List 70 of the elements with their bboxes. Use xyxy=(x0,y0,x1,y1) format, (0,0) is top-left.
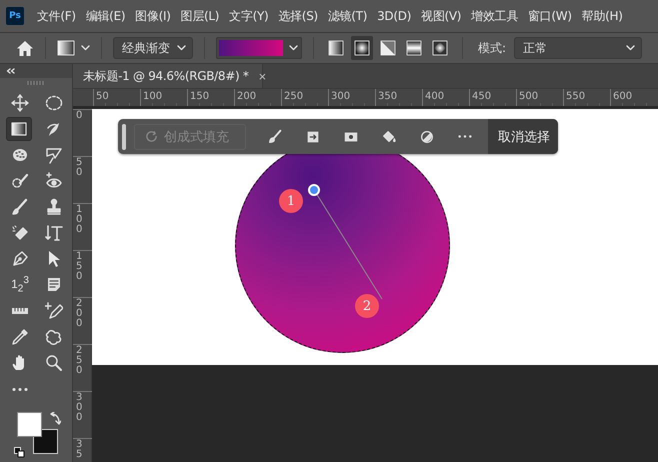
color-swatches[interactable] xyxy=(17,412,58,454)
gradient-icon xyxy=(10,120,28,138)
menu-item[interactable]: 帮助(H) xyxy=(582,8,631,24)
menu-item[interactable]: 图像(I) xyxy=(135,8,179,24)
brush-icon[interactable] xyxy=(267,128,283,144)
menu-item[interactable]: 文字(Y) xyxy=(229,8,276,24)
caret-icon xyxy=(81,45,90,51)
ruler-label: 250 xyxy=(76,346,82,376)
ruler-label: 100 xyxy=(76,205,82,235)
ruler-label: 150 xyxy=(76,252,82,282)
caret-icon xyxy=(626,45,636,51)
puppet-warp-icon xyxy=(45,328,63,346)
menu-item[interactable]: 窗口(W) xyxy=(528,8,580,24)
pen-icon xyxy=(11,250,29,268)
more-icon xyxy=(11,386,29,392)
grip-icon xyxy=(27,81,45,85)
eraser-icon xyxy=(11,224,29,242)
polygon-lasso-icon xyxy=(45,146,63,164)
select-subject-icon[interactable] xyxy=(305,128,321,144)
app-logo[interactable]: Ps xyxy=(6,7,24,25)
ruler-label: 50 xyxy=(76,158,82,178)
sponge-icon xyxy=(11,146,29,164)
stamp-icon xyxy=(45,198,63,216)
angle-gradient-icon xyxy=(380,40,396,56)
more-icon[interactable] xyxy=(457,134,473,139)
reflected-gradient-icon xyxy=(406,40,422,56)
linear-gradient-icon xyxy=(328,40,344,56)
default-colors-icon[interactable] xyxy=(14,447,25,458)
paint-bucket-icon[interactable] xyxy=(381,128,397,144)
menu-item[interactable]: 3D(D) xyxy=(377,9,420,23)
note-icon xyxy=(45,276,63,294)
zoom-icon xyxy=(45,354,63,372)
mode-label: 模式: xyxy=(478,40,506,56)
deselect-button[interactable]: 取消选择 xyxy=(488,119,558,154)
eye-icon xyxy=(45,172,63,190)
sparkle-refresh-icon xyxy=(145,130,158,143)
menu-item[interactable]: 滤镜(T) xyxy=(328,8,376,24)
menu-item[interactable]: 视图(V) xyxy=(421,8,470,24)
brush-icon xyxy=(11,198,29,216)
gradient-type-button[interactable] xyxy=(351,36,373,60)
menu-item[interactable]: 编辑(E) xyxy=(86,8,134,24)
ruler-label: 0 xyxy=(76,111,82,121)
menu-item[interactable]: 图层(L) xyxy=(180,8,228,24)
move-icon xyxy=(11,94,29,112)
menu-item[interactable]: 增效工具 xyxy=(471,8,526,24)
grip-handle[interactable] xyxy=(122,124,126,150)
eyedropper-icon xyxy=(11,328,29,346)
caret-icon xyxy=(177,45,186,51)
document-tab[interactable]: 未标题-1 @ 94.6%(RGB/8#) * × xyxy=(73,64,263,88)
color-sampler-icon xyxy=(45,302,63,320)
tab-title: 未标题-1 @ 94.6%(RGB/8#) * xyxy=(83,68,249,84)
vertical-type-icon xyxy=(45,224,63,242)
ellipse-marquee-icon xyxy=(45,94,63,112)
swap-arrow-icon[interactable] xyxy=(49,412,61,426)
radial-gradient-icon xyxy=(354,40,370,56)
preset-dropdown[interactable]: 经典渐变 xyxy=(113,37,193,59)
collapse-icon[interactable] xyxy=(6,68,15,74)
menu-item[interactable]: 文件(F) xyxy=(37,8,84,24)
ruler-label: 35 xyxy=(76,440,82,460)
contrast-icon[interactable] xyxy=(419,128,435,144)
mode-dropdown[interactable]: 正常 xyxy=(514,37,642,59)
gradient-preset-icon[interactable] xyxy=(57,40,75,56)
ruler-label: 200 xyxy=(76,299,82,329)
tool-button[interactable] xyxy=(6,117,32,141)
diamond-gradient-icon xyxy=(432,40,448,56)
healing-brush-icon xyxy=(11,172,29,190)
menu-item[interactable]: 选择(S) xyxy=(278,8,326,24)
caret-icon xyxy=(288,45,298,51)
ruler-label: 300 xyxy=(76,393,82,423)
home-icon[interactable] xyxy=(16,40,34,56)
